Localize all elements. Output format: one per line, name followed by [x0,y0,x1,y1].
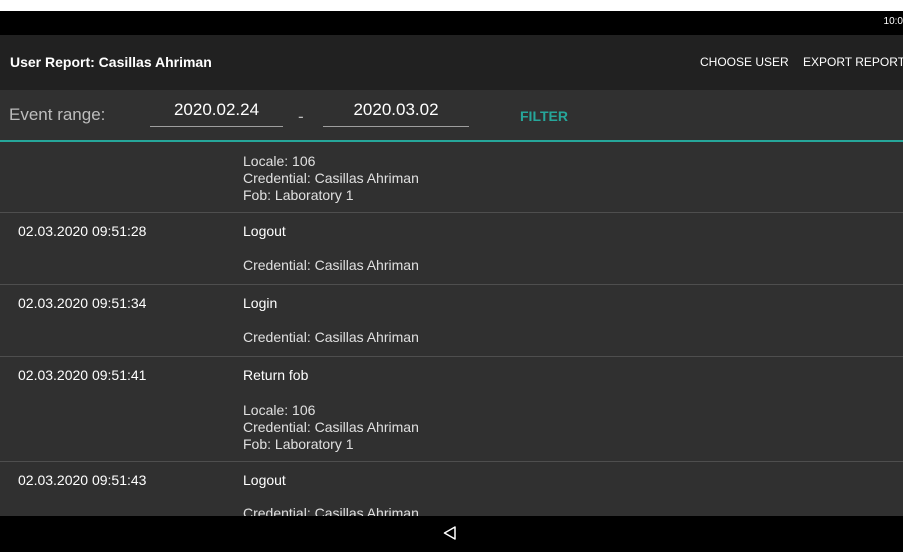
event-time: 02.03.2020 09:51:34 [18,295,147,311]
event-detail-line: Credential: Casillas Ahriman [243,505,419,516]
navigation-bar [0,516,903,552]
event-type: Return fob [243,367,309,383]
event-detail-line: Fob: Laboratory 1 [243,436,354,452]
page-title: User Report: Casillas Ahriman [10,54,212,70]
event-row[interactable]: 02.03.2020 09:51:41 Return fob Locale: 1… [0,357,903,462]
event-detail-line: Locale: 106 [243,402,316,418]
event-details: Locale: 106 Credential: Casillas Ahriman… [243,402,419,453]
event-detail-line: Credential: Casillas Ahriman [243,257,419,273]
event-details: Credential: Casillas Ahriman [243,505,419,516]
filter-button[interactable]: FILTER [520,108,568,124]
event-type: Login [243,295,278,311]
date-from-value: 2020.02.24 [173,100,260,119]
event-detail-line: Credential: Casillas Ahriman [243,419,419,435]
event-row[interactable]: 02.03.2020 09:51:28 Logout Credential: C… [0,213,903,285]
event-row[interactable]: 02.03.2020 09:51:34 Login Credential: Ca… [0,285,903,357]
export-report-button[interactable]: EXPORT REPORT [803,55,903,69]
choose-user-button[interactable]: CHOOSE USER [700,55,789,69]
event-list[interactable]: Locale: 106 Credential: Casillas Ahriman… [0,142,903,516]
device-screen: 10:0 User Report: Casillas Ahriman CHOOS… [0,11,903,552]
event-range-label: Event range: [9,105,106,124]
event-time: 02.03.2020 09:51:41 [18,367,147,383]
event-type: Logout [243,472,286,488]
date-to-field[interactable]: 2020.03.02 [323,98,469,127]
date-to-value: 2020.03.02 [353,100,439,119]
event-time: 02.03.2020 09:51:28 [18,223,147,239]
event-details: Credential: Casillas Ahriman [243,257,419,274]
app-bar: User Report: Casillas Ahriman CHOOSE USE… [0,35,903,90]
status-bar: 10:0 [0,11,903,35]
event-time: 02.03.2020 09:51:43 [18,472,147,488]
event-detail-line: Credential: Casillas Ahriman [243,170,419,186]
event-row[interactable]: Locale: 106 Credential: Casillas Ahriman… [0,142,903,213]
date-from-field[interactable]: 2020.02.24 [150,98,283,127]
filter-bar: Event range: 2020.02.24 - 2020.03.02 FIL… [0,90,903,140]
event-detail-line: Locale: 106 [243,153,316,169]
event-row[interactable]: 02.03.2020 09:51:43 Logout Credential: C… [0,462,903,516]
event-detail-line: Fob: Laboratory 1 [243,187,354,203]
event-details: Locale: 106 Credential: Casillas Ahriman… [243,153,419,204]
event-details: Credential: Casillas Ahriman [243,329,419,346]
status-time: 10:0 [883,16,903,27]
back-triangle-icon[interactable] [443,526,457,540]
event-detail-line: Credential: Casillas Ahriman [243,329,419,345]
range-separator: - [298,107,304,126]
event-type: Logout [243,223,286,239]
